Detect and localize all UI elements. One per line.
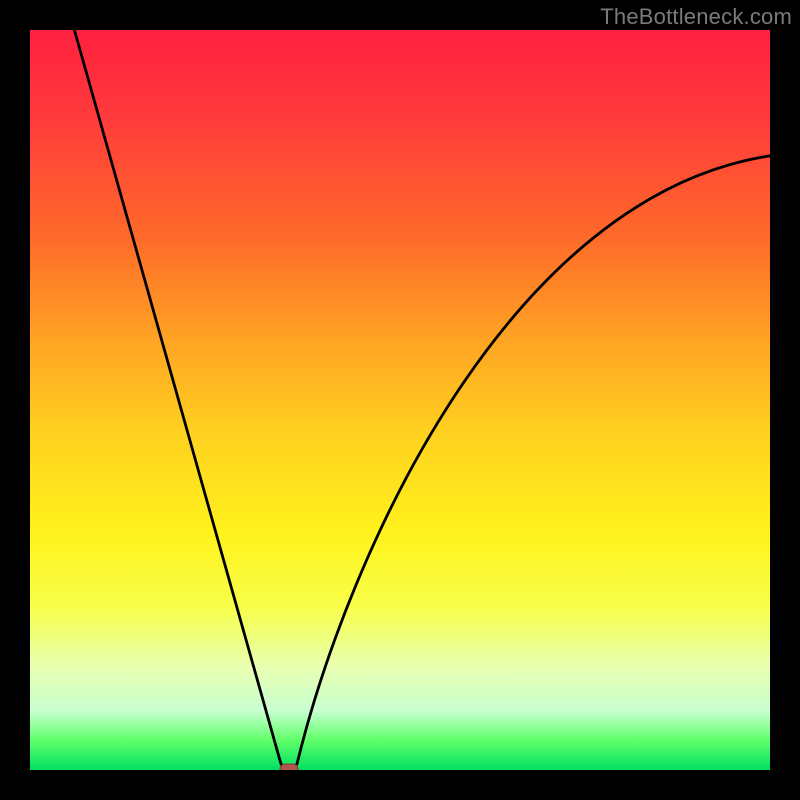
attribution-text: TheBottleneck.com (600, 4, 792, 30)
bottleneck-curve (30, 30, 770, 770)
plot-area (30, 30, 770, 770)
chart-frame: TheBottleneck.com (0, 0, 800, 800)
